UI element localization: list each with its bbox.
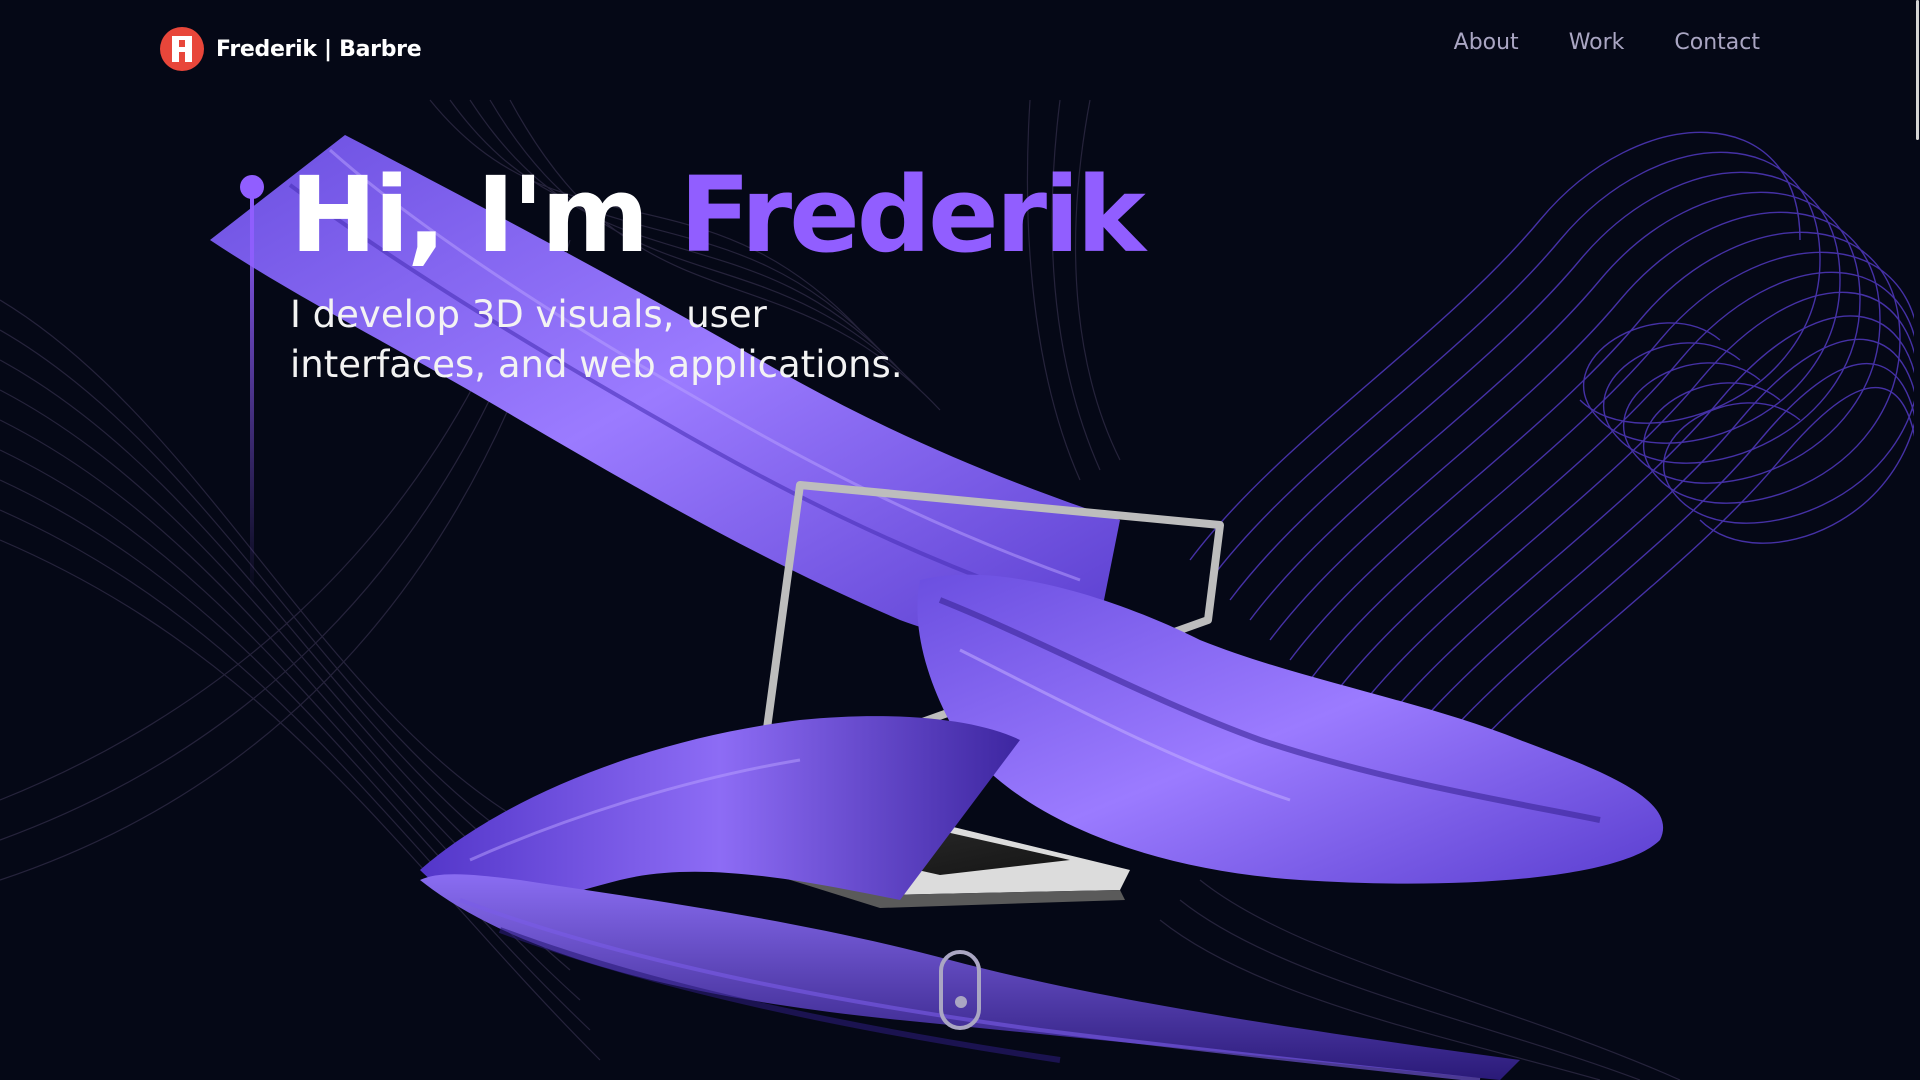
hero-heading: Hi, I'm Frederik (290, 158, 1146, 272)
hero-subtitle-line-2: interfaces, and web applications. (290, 343, 903, 386)
hero-accent-line (250, 195, 254, 595)
brand-home-link[interactable]: Frederik | Barbre (160, 27, 422, 71)
hero-greeting: Hi, I'm (290, 154, 680, 276)
page-scrollbar[interactable] (1914, 0, 1920, 1080)
hero-subtitle: I develop 3D visuals, user interfaces, a… (290, 290, 1010, 390)
nav-menu: About Work Contact (1454, 30, 1760, 55)
hero-accent-indicator (240, 175, 264, 595)
hero-name: Frederik (679, 154, 1146, 276)
scroll-dot (955, 996, 967, 1008)
scrollbar-thumb[interactable] (1916, 0, 1919, 140)
monogram-logo-icon (160, 27, 204, 71)
nav-link-work[interactable]: Work (1569, 30, 1625, 55)
nav-link-contact[interactable]: Contact (1674, 30, 1760, 55)
nav-link-about[interactable]: About (1454, 30, 1519, 55)
hero-subtitle-line-1: I develop 3D visuals, user (290, 293, 767, 336)
page: Frederik | Barbre About Work Contact Hi,… (0, 0, 1920, 1080)
mouse-scroll-icon[interactable] (939, 950, 981, 1030)
navbar: Frederik | Barbre About Work Contact (0, 0, 1920, 96)
brand-name: Frederik | Barbre (216, 36, 422, 62)
